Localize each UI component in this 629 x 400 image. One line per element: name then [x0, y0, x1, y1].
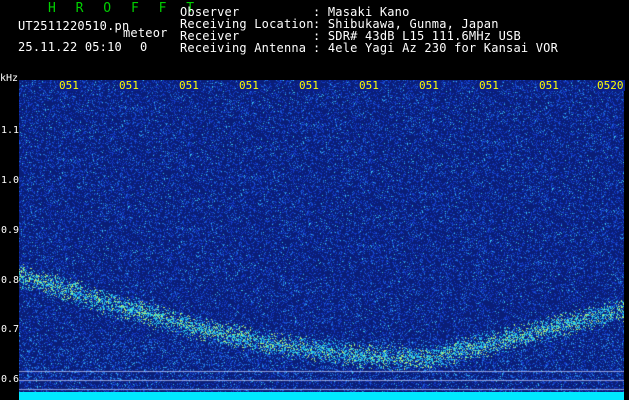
x-tick: 051 — [58, 79, 80, 92]
header-panel: H R O F F T UT2511220510.pn meteor 25.11… — [0, 0, 629, 78]
x-tick: 051 — [298, 79, 320, 92]
x-tick: 051 — [178, 79, 200, 92]
counter-label: 0 — [140, 40, 148, 54]
x-tick: 051 — [478, 79, 500, 92]
spectrogram-plot — [19, 80, 624, 398]
x-tick: 051 — [418, 79, 440, 92]
filename-label: UT2511220510.pn — [18, 19, 130, 33]
type-label: meteor — [123, 26, 168, 40]
y-tick: 0.8 — [0, 275, 19, 286]
x-tick: 051 — [118, 79, 140, 92]
x-tick: 051 — [538, 79, 560, 92]
spectrogram-canvas — [19, 80, 624, 398]
y-tick: 0.9 — [0, 225, 19, 236]
brand-title: H R O F F T — [48, 1, 201, 16]
x-tick: 051 — [358, 79, 380, 92]
y-tick: 0.7 — [0, 324, 19, 335]
antenna-value: : 4ele Yagi Az 230 for Kansai VOR — [313, 41, 559, 55]
datetime-label: 25.11.22 05:10 — [18, 40, 122, 54]
y-tick: 1.1 — [0, 125, 19, 136]
y-tick: 0.6 — [0, 374, 19, 385]
y-axis: 1.1 1.0 0.9 0.8 0.7 0.6 — [0, 78, 19, 400]
antenna-label: Receiving Antenna — [180, 41, 307, 55]
bottom-signal-band — [19, 392, 624, 400]
x-tick: 0520 — [596, 79, 625, 92]
x-tick: 051 — [238, 79, 260, 92]
y-tick: 1.0 — [0, 175, 19, 186]
